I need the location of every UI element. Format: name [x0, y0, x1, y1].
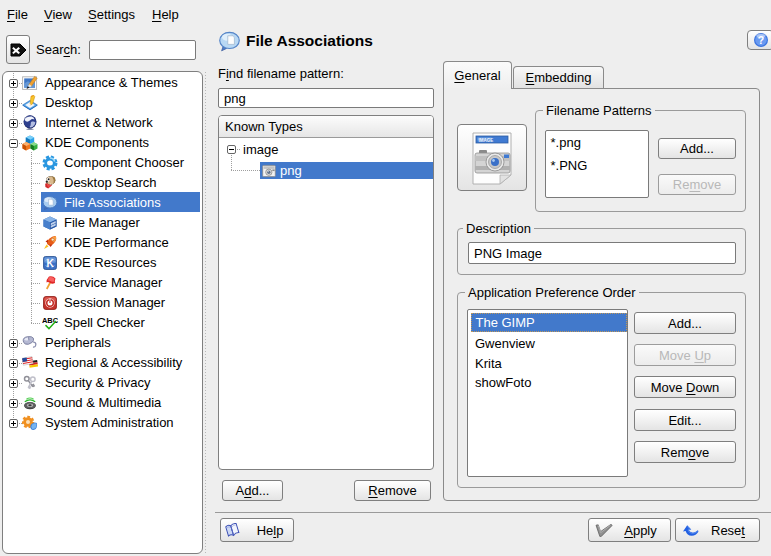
svg-text:ABC: ABC [42, 316, 58, 325]
svg-text:IMAGE: IMAGE [479, 137, 494, 142]
svg-text:?: ? [757, 34, 763, 46]
svg-text:K: K [46, 258, 54, 269]
